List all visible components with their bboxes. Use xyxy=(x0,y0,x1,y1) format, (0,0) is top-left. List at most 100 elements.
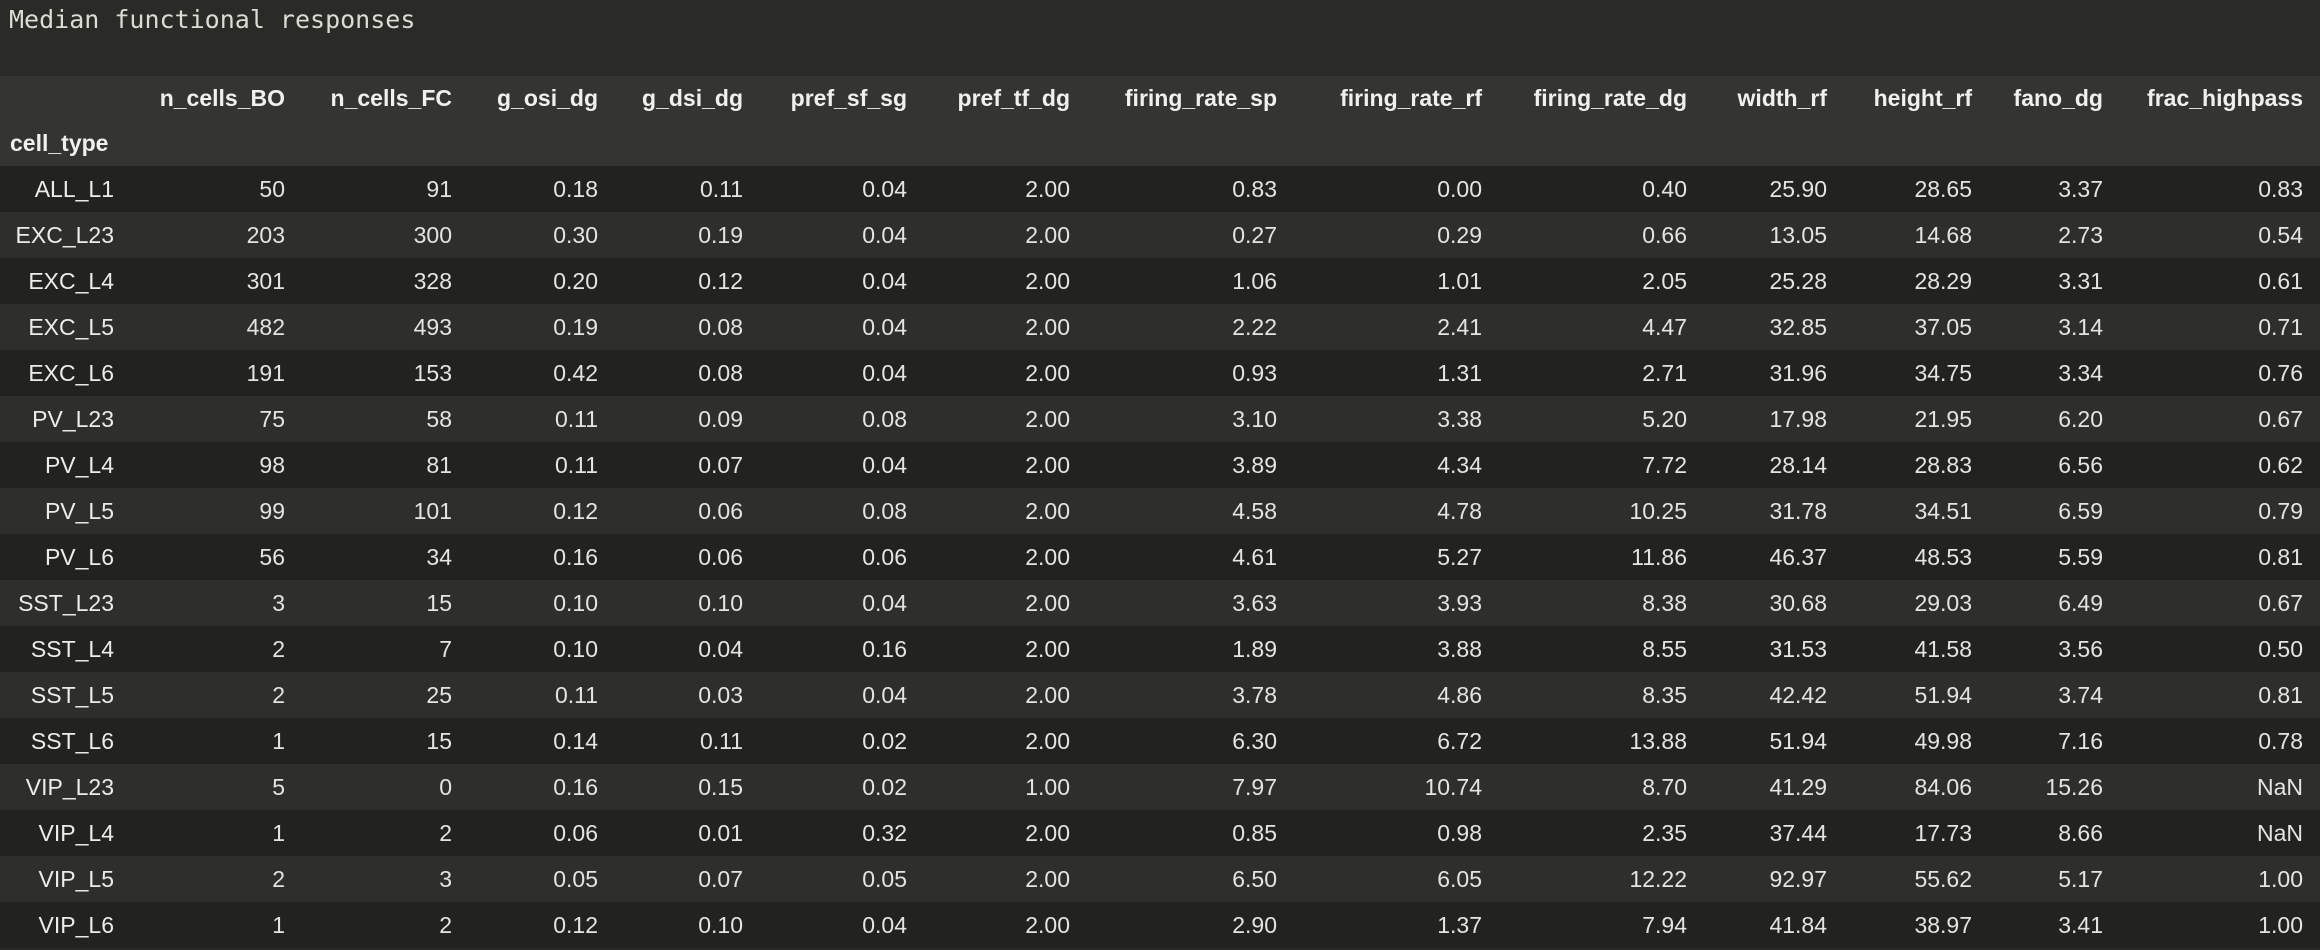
table-cell: 1.00 xyxy=(1025,773,1070,800)
table-cell: 34.51 xyxy=(1914,497,1972,524)
table-cell: 3 xyxy=(439,865,452,892)
table-row: EXC_L5 482 493 0.19 0.08 0.04 2.00 2.22 2.41 4.47… xyxy=(0,304,2320,350)
table-cell: 0.81 xyxy=(2258,681,2303,708)
table-cell: 3.78 xyxy=(1232,681,1277,708)
corner-cell xyxy=(0,76,131,121)
table-cell: 0.11 xyxy=(554,451,598,478)
table-cell: 81 xyxy=(426,451,452,478)
row-index-label: ALL_L1 xyxy=(34,175,114,202)
table-cell: 25.28 xyxy=(1769,267,1827,294)
table-cell: 0.04 xyxy=(698,635,743,662)
table-cell: 28.14 xyxy=(1769,451,1827,478)
table-cell: 0.78 xyxy=(2258,727,2303,754)
table-cell: 5.59 xyxy=(2058,543,2103,570)
table-cell: 2.22 xyxy=(1232,313,1277,340)
table-cell: 8.55 xyxy=(1642,635,1687,662)
row-index-label: EXC_L5 xyxy=(28,313,114,340)
row-index-label: PV_L6 xyxy=(44,543,114,570)
table-cell: 3 xyxy=(272,589,285,616)
table-cell: 0.02 xyxy=(862,773,907,800)
table-cell: 101 xyxy=(413,497,452,524)
table-row: VIP_L23 5 0 0.16 0.15 0.02 1.00 7.97 10.74 8.70 41… xyxy=(0,764,2320,810)
table-cell: 1.31 xyxy=(1437,359,1482,386)
row-index-label: SST_L23 xyxy=(18,589,114,616)
table-cell: 34.75 xyxy=(1914,359,1972,386)
column-header: pref_sf_sg xyxy=(760,76,924,121)
row-index-label: EXC_L4 xyxy=(28,267,114,294)
table-cell: 51.94 xyxy=(1914,681,1972,708)
table-cell: 34 xyxy=(426,543,452,570)
column-header: fano_dg xyxy=(1989,76,2120,121)
table-cell: 99 xyxy=(259,497,285,524)
table-cell: 0.04 xyxy=(862,221,907,248)
table-cell: 49.98 xyxy=(1914,727,1972,754)
table-cell: 2.00 xyxy=(1025,359,1070,386)
table-cell: 1.89 xyxy=(1232,635,1277,662)
table-cell: 2 xyxy=(272,635,285,662)
table-cell: 2.00 xyxy=(1025,221,1070,248)
table-cell: 2.73 xyxy=(2058,221,2103,248)
table-cell: 41.58 xyxy=(1914,635,1972,662)
table-cell: 6.20 xyxy=(2058,405,2103,432)
table-cell: 0.10 xyxy=(553,589,598,616)
table-cell: 0.83 xyxy=(1232,175,1277,202)
table-cell: 2 xyxy=(272,865,285,892)
table-cell: 31.78 xyxy=(1769,497,1827,524)
table-cell: 0.08 xyxy=(862,405,907,432)
table-cell: 6.59 xyxy=(2058,497,2103,524)
table-cell: 1.00 xyxy=(2258,911,2303,938)
table-cell: 0.67 xyxy=(2258,589,2303,616)
table-cell: 25 xyxy=(426,681,452,708)
table-cell: 15.26 xyxy=(2045,773,2103,800)
table-cell: 8.35 xyxy=(1642,681,1687,708)
table-cell: 0.04 xyxy=(862,911,907,938)
table-cell: 25.90 xyxy=(1769,175,1827,202)
table-cell: 15 xyxy=(426,727,452,754)
table-cell: 3.41 xyxy=(2058,911,2103,938)
column-header: firing_rate_sp xyxy=(1087,76,1294,121)
table-cell: 7 xyxy=(439,635,452,662)
table-cell: 0.66 xyxy=(1642,221,1687,248)
table-cell: 2.00 xyxy=(1025,865,1070,892)
table-cell: 301 xyxy=(246,267,285,294)
table-cell: 7.16 xyxy=(2058,727,2103,754)
table-cell: 3.10 xyxy=(1232,405,1277,432)
table-row: PV_L5 99 101 0.12 0.06 0.08 2.00 4.58 4.78 10.25 3… xyxy=(0,488,2320,534)
table-cell: 4.58 xyxy=(1232,497,1277,524)
table-cell: 0.18 xyxy=(553,175,598,202)
table-cell: 6.50 xyxy=(1232,865,1277,892)
table-cell: 41.29 xyxy=(1769,773,1827,800)
table-cell: 0.07 xyxy=(698,865,743,892)
table-cell: 0.16 xyxy=(553,773,598,800)
table-cell: 0.85 xyxy=(1232,819,1277,846)
table-cell: 0.61 xyxy=(2258,267,2303,294)
table-cell: 98 xyxy=(259,451,285,478)
table-cell: 3.56 xyxy=(2058,635,2103,662)
row-index-label: SST_L6 xyxy=(30,727,114,754)
table-cell: 3.74 xyxy=(2058,681,2103,708)
table-cell: 0.79 xyxy=(2258,497,2303,524)
table-cell: 2.00 xyxy=(1025,267,1070,294)
table-cell: 0.11 xyxy=(554,681,598,708)
table-cell: 0.67 xyxy=(2258,405,2303,432)
table-cell: 191 xyxy=(246,359,285,386)
table-row: SST_L5 2 25 0.11 0.03 0.04 2.00 3.78 4.86 8.35 42.… xyxy=(0,672,2320,718)
table-cell: 3.38 xyxy=(1437,405,1482,432)
cell-output-label: Median functional responses xyxy=(9,5,416,34)
table-cell: 0.05 xyxy=(862,865,907,892)
table-cell: 0.08 xyxy=(698,359,743,386)
table-row: PV_L4 98 81 0.11 0.07 0.04 2.00 3.89 4.34 7.72 28.… xyxy=(0,442,2320,488)
row-index-label: VIP_L5 xyxy=(38,865,114,892)
column-header: n_cells_FC xyxy=(302,76,469,121)
table-cell: 6.30 xyxy=(1232,727,1277,754)
table-cell: 56 xyxy=(259,543,285,570)
row-index-label: SST_L5 xyxy=(30,681,114,708)
table-cell: 0.06 xyxy=(698,543,743,570)
table-cell: 0.12 xyxy=(553,497,598,524)
table-cell: 28.29 xyxy=(1914,267,1972,294)
index-name-spacer xyxy=(760,121,924,166)
table-cell: 0.09 xyxy=(698,405,743,432)
table-cell: 55.62 xyxy=(1914,865,1972,892)
table-cell: 2.00 xyxy=(1025,497,1070,524)
table-row: PV_L6 56 34 0.16 0.06 0.06 2.00 4.61 5.27 11.86 46… xyxy=(0,534,2320,580)
